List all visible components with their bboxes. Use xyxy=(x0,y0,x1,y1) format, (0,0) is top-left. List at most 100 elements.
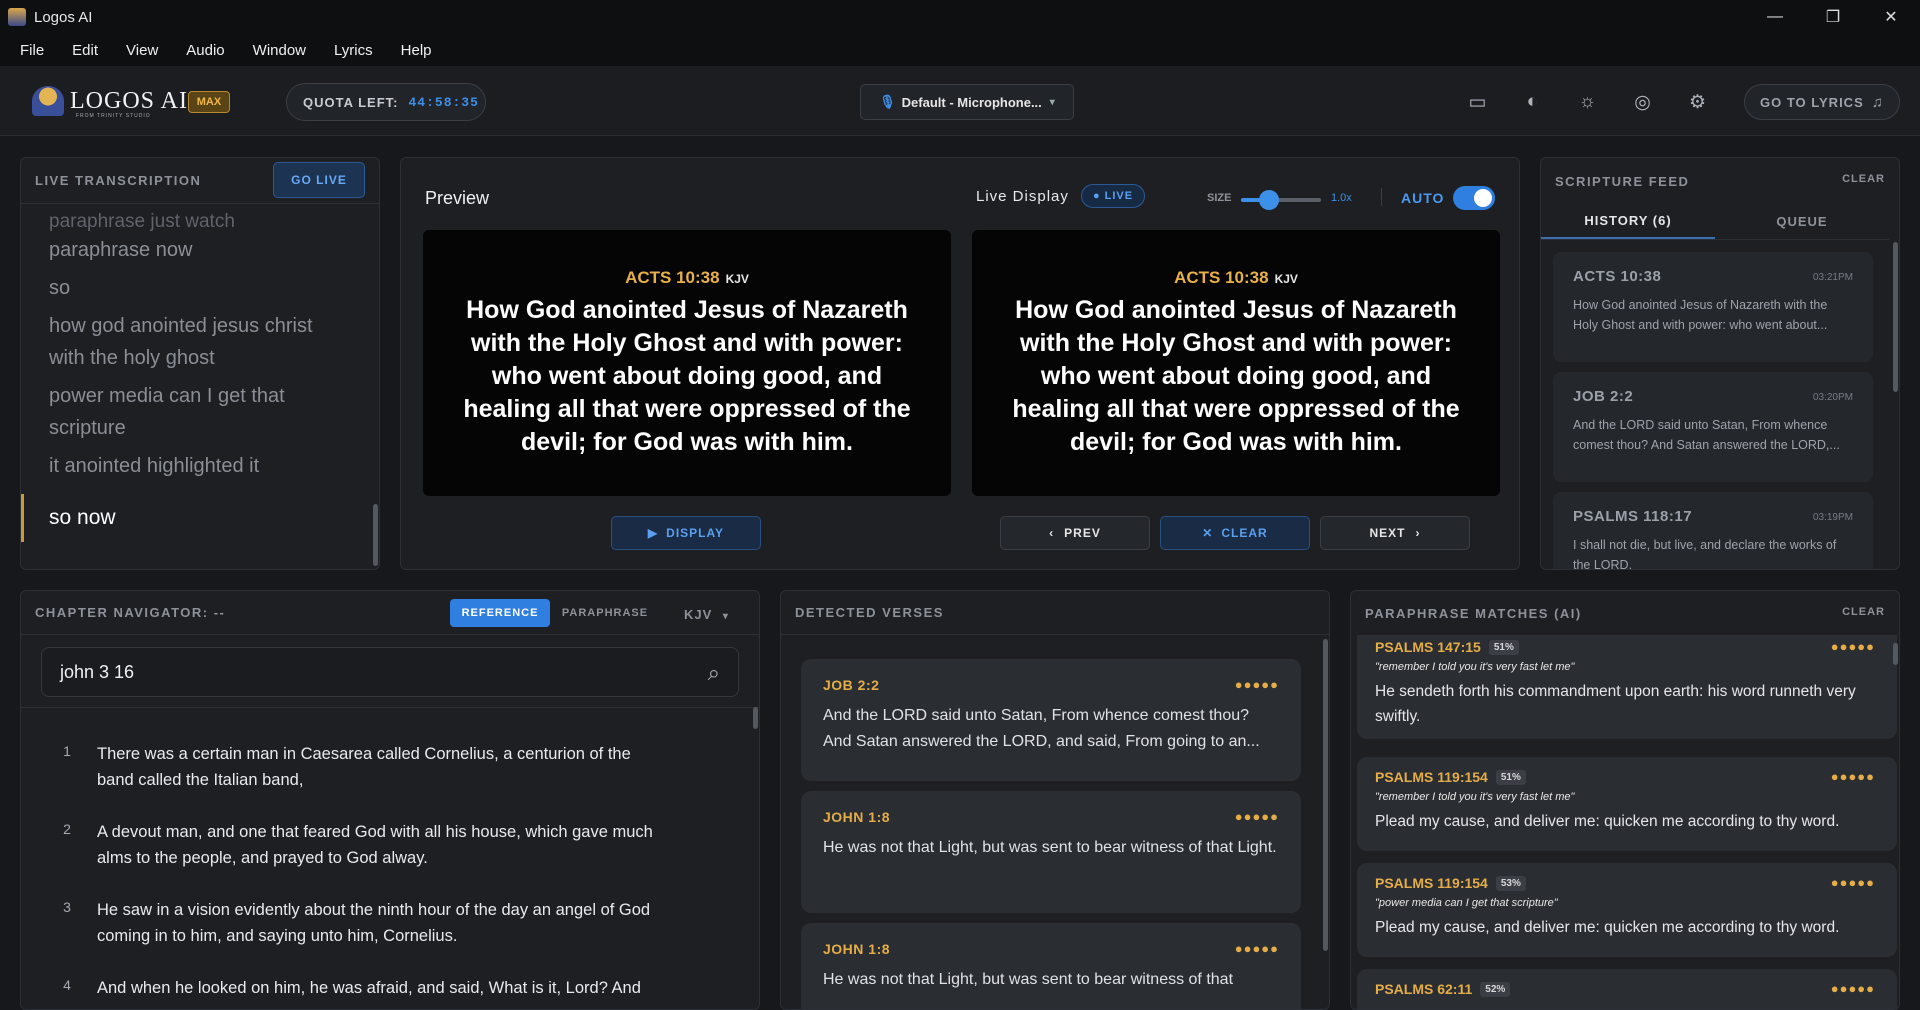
confidence-dots: ●●●●● xyxy=(1234,677,1279,692)
next-button[interactable]: NEXT › xyxy=(1320,516,1470,550)
maximize-button[interactable]: ❐ xyxy=(1804,0,1862,34)
verse-row[interactable]: 3 He saw in a vision evidently about the… xyxy=(21,897,741,957)
microphone-label: Default - Microphone... xyxy=(901,94,1042,110)
feed-item-reference: ACTS 10:38 xyxy=(1573,268,1662,285)
chevron-down-icon: ▾ xyxy=(1049,96,1055,108)
clear-feed-button[interactable]: CLEAR xyxy=(1842,173,1885,185)
paraphrase-match-card[interactable]: PSALMS 119:154 53% ●●●●● "power media can… xyxy=(1357,863,1897,957)
tab-history[interactable]: HISTORY (6) xyxy=(1541,204,1715,239)
chevron-down-icon: ▾ xyxy=(722,611,729,622)
scripture-feed-panel: SCRIPTURE FEED CLEAR HISTORY (6) QUEUE A… xyxy=(1540,157,1900,570)
verse-search-input[interactable]: john 3 16 ⌕ xyxy=(41,647,739,697)
scrollbar-thumb[interactable] xyxy=(1893,643,1898,665)
tab-paraphrase[interactable]: PARAPHRASE xyxy=(550,599,660,627)
toggle-knob xyxy=(1474,189,1492,207)
go-live-button[interactable]: GO LIVE xyxy=(273,162,365,198)
transcript-line: it anointed highlighted it xyxy=(49,455,260,477)
panel-title: LIVE TRANSCRIPTION xyxy=(35,173,202,188)
feed-item[interactable]: ACTS 10:38 03:21PM How God anointed Jesu… xyxy=(1553,252,1873,362)
scrollbar-thumb[interactable] xyxy=(1323,639,1328,951)
menu-help[interactable]: Help xyxy=(401,42,432,59)
live-status-badge: ● LIVE xyxy=(1081,184,1145,208)
microphone-select[interactable]: 🎙 Default - Microphone... ▾ xyxy=(860,84,1074,120)
confidence-dots: ●●●●● xyxy=(1830,981,1875,996)
feed-tabs: HISTORY (6) QUEUE xyxy=(1541,204,1889,240)
menu-edit[interactable]: Edit xyxy=(72,42,98,59)
prev-button[interactable]: ‹ PREV xyxy=(1000,516,1150,550)
go-to-lyrics-button[interactable]: GO TO LYRICS ♫ xyxy=(1744,84,1900,120)
tab-queue[interactable]: QUEUE xyxy=(1715,204,1889,239)
match-text: Plead my cause, and deliver me: quicken … xyxy=(1375,813,1840,830)
gear-icon[interactable]: ⚙ xyxy=(1670,86,1725,118)
detected-verse-card[interactable]: JOHN 1:8 ●●●●● He was not that Light, bu… xyxy=(801,791,1301,913)
match-reference: PSALMS 62:11 xyxy=(1375,981,1473,997)
close-button[interactable]: ✕ xyxy=(1862,0,1920,34)
minimize-button[interactable]: — xyxy=(1746,0,1804,34)
compass-icon[interactable]: ◎ xyxy=(1615,86,1670,118)
search-value: john 3 16 xyxy=(60,661,135,682)
panel-title: DETECTED VERSES xyxy=(795,605,944,620)
sun-icon[interactable]: ☼ xyxy=(1560,86,1615,118)
feed-item[interactable]: PSALMS 118:17 03:19PM I shall not die, b… xyxy=(1553,492,1873,570)
palette-icon[interactable]: ◐ xyxy=(1505,86,1560,118)
match-reference: PSALMS 119:154 xyxy=(1375,769,1488,785)
display-label: DISPLAY xyxy=(666,526,725,540)
menu-lyrics[interactable]: Lyrics xyxy=(334,42,373,59)
paraphrase-match-card[interactable]: PSALMS 147:15 51% ●●●●● "remember I told … xyxy=(1357,635,1897,739)
detected-reference: JOHN 1:8 xyxy=(823,941,891,957)
app-logo-icon xyxy=(8,8,26,26)
confidence-dots: ●●●●● xyxy=(1234,809,1279,824)
match-text: He sendeth forth his commandment upon ea… xyxy=(1375,683,1856,725)
verse-text: And when he looked on him, he was afraid… xyxy=(97,979,641,997)
verse-row[interactable]: 1 There was a certain man in Caesarea ca… xyxy=(21,741,741,801)
display-button[interactable]: ▶ DISPLAY xyxy=(611,516,761,550)
size-label: SIZE xyxy=(1207,192,1232,204)
feed-item[interactable]: JOB 2:2 03:20PM And the LORD said unto S… xyxy=(1553,372,1873,482)
verse-row[interactable]: 2 A devout man, and one that feared God … xyxy=(21,819,741,879)
next-label: NEXT xyxy=(1369,526,1406,540)
transcript-line: paraphrase now xyxy=(49,239,193,261)
verse-number: 2 xyxy=(63,821,71,837)
match-percent: 51% xyxy=(1495,769,1526,785)
feed-item-reference: PSALMS 118:17 xyxy=(1573,508,1693,525)
clear-matches-button[interactable]: CLEAR xyxy=(1842,606,1885,618)
match-percent: 52% xyxy=(1480,981,1511,997)
feed-item-reference: JOB 2:2 xyxy=(1573,388,1634,405)
paraphrase-matches-panel: PARAPHRASE MATCHES (AI) CLEAR PSALMS 147… xyxy=(1350,590,1900,1010)
paraphrase-match-card[interactable]: PSALMS 119:154 51% ●●●●● "remember I told… xyxy=(1357,757,1897,851)
feed-item-text: I shall not die, but live, and declare t… xyxy=(1573,538,1837,570)
detected-reference: JOHN 1:8 xyxy=(823,809,891,825)
detected-verse-card[interactable]: JOHN 1:8 ●●●●● He was not that Light, bu… xyxy=(801,923,1301,1009)
search-icon[interactable]: ⌕ xyxy=(708,660,720,686)
verse-row[interactable]: 4 And when he looked on him, he was afra… xyxy=(21,975,741,1005)
menu-audio[interactable]: Audio xyxy=(186,42,224,59)
menu-window[interactable]: Window xyxy=(253,42,306,59)
monitor-icon[interactable]: ▭ xyxy=(1450,86,1505,118)
verse-number: 3 xyxy=(63,899,71,915)
scrollbar-thumb[interactable] xyxy=(373,504,378,566)
verse-text: There was a certain man in Caesarea call… xyxy=(97,745,631,789)
tab-reference[interactable]: REFERENCE xyxy=(450,599,550,627)
detected-reference: JOB 2:2 xyxy=(823,677,880,693)
quota-value: 44:58:35 xyxy=(408,94,479,110)
version-select[interactable]: KJV ▾ xyxy=(684,607,729,622)
menu-view[interactable]: View xyxy=(126,42,158,59)
scrollbar-thumb[interactable] xyxy=(1893,242,1898,392)
panel-title: PARAPHRASE MATCHES (AI) xyxy=(1365,605,1582,621)
clear-preview-button[interactable]: ✕ CLEAR xyxy=(1160,516,1310,550)
prev-label: PREV xyxy=(1064,526,1101,540)
detected-verse-card[interactable]: JOB 2:2 ●●●●● And the LORD said unto Sat… xyxy=(801,659,1301,781)
preview-panel: Preview Live Display ● LIVE SIZE 1.0x AU… xyxy=(400,157,1520,570)
confidence-dots: ●●●●● xyxy=(1830,875,1875,890)
transcript-line: with the holy ghost xyxy=(49,347,215,369)
window-title: Logos AI xyxy=(34,8,93,26)
go-to-lyrics-label: GO TO LYRICS xyxy=(1760,94,1864,110)
paraphrase-match-card[interactable]: PSALMS 62:11 52% ●●●●● xyxy=(1357,969,1897,1009)
live-transcription-panel: LIVE TRANSCRIPTION GO LIVE paraphrase ju… xyxy=(20,157,380,570)
live-display-label: Live Display xyxy=(976,188,1069,205)
scrollbar-thumb[interactable] xyxy=(753,707,758,729)
size-slider-handle[interactable] xyxy=(1259,190,1279,210)
auto-toggle[interactable] xyxy=(1453,186,1495,210)
menu-file[interactable]: File xyxy=(20,42,44,59)
logo-text: LOGOS AI xyxy=(70,87,189,114)
